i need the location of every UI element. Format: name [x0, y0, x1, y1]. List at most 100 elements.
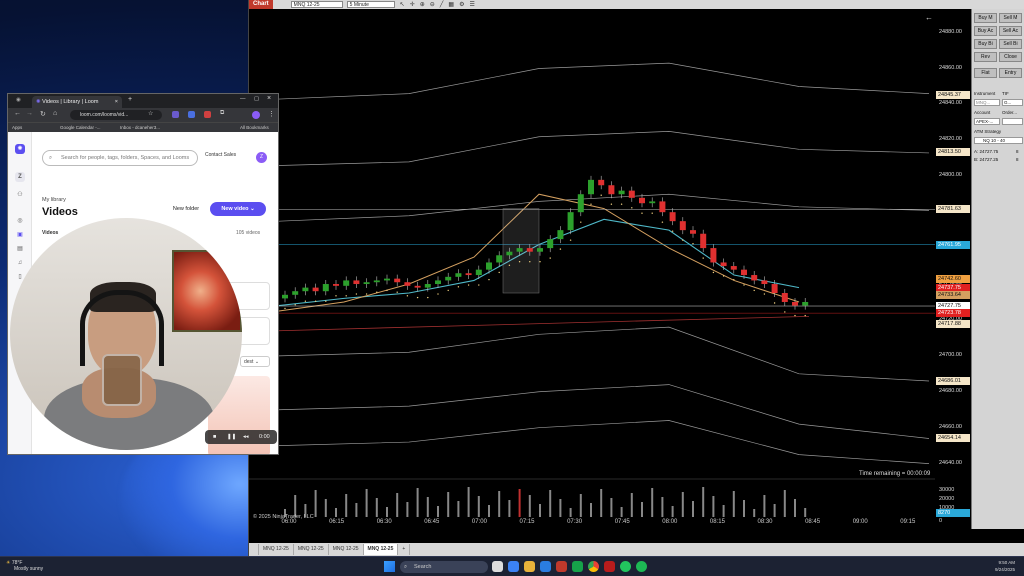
- signal-dot: [304, 300, 307, 302]
- zoom-out-icon[interactable]: ⊖: [430, 1, 435, 8]
- extension-icon-1[interactable]: [172, 111, 179, 118]
- instrument-tab[interactable]: MNQ 12-25: [329, 544, 364, 555]
- trade-button-buy-bi[interactable]: Buy Bi: [974, 39, 997, 49]
- instrument-tab[interactable]: MNQ 12-25: [294, 544, 329, 555]
- weather-sun-icon: ☀: [6, 560, 11, 566]
- browser-tab[interactable]: ✺ Videos | Library | Loom ×: [32, 96, 122, 108]
- crosshair-icon[interactable]: ✛: [410, 1, 415, 8]
- system-clock[interactable]: 9:50 AM 9/24/2025: [995, 559, 1015, 573]
- file-explorer-icon[interactable]: [524, 561, 535, 572]
- maximize-icon[interactable]: ▢: [254, 96, 259, 102]
- home-icon[interactable]: ⌂: [53, 110, 57, 117]
- tif-field[interactable]: G...: [1002, 99, 1023, 106]
- extensions-puzzle-icon[interactable]: ⧉: [220, 110, 224, 117]
- reload-icon[interactable]: ↻: [40, 110, 46, 118]
- extension-icon-2[interactable]: [188, 111, 195, 118]
- strategies-icon[interactable]: ⚙: [459, 1, 464, 8]
- edge-icon[interactable]: [540, 561, 551, 572]
- new-tab-icon[interactable]: +: [128, 96, 132, 103]
- indicators-icon[interactable]: ▦: [448, 1, 454, 8]
- windows-start-icon[interactable]: [384, 561, 395, 572]
- browser-menu-icon[interactable]: ◉: [16, 97, 21, 103]
- order-label: Order...: [1002, 110, 1018, 115]
- interval-select[interactable]: 5 Minute: [346, 1, 395, 8]
- candle-body: [455, 273, 462, 277]
- bookmark-all[interactable]: All Bookmarks: [240, 125, 269, 130]
- mute-icon[interactable]: ◂◂: [243, 430, 249, 444]
- minimize-icon[interactable]: —: [240, 96, 246, 102]
- trade-button-sell-bi[interactable]: Sell Bi: [999, 39, 1022, 49]
- trade-button-sell-m[interactable]: Sell M: [999, 13, 1022, 23]
- account-field[interactable]: APEX-...: [974, 118, 1000, 125]
- trade-button-sell-ac[interactable]: Sell Ac: [999, 26, 1022, 36]
- loom-logo-icon[interactable]: ✺: [15, 144, 25, 154]
- price-marker-label: 24717.88: [936, 319, 970, 328]
- trade-button-rev[interactable]: Rev: [974, 52, 997, 62]
- loom-favicon-icon: ✺: [36, 99, 41, 105]
- chart-tab-label[interactable]: Chart: [249, 0, 273, 9]
- taskbar-search[interactable]: ⌕ Search: [400, 561, 488, 573]
- signal-dot: [722, 275, 725, 277]
- app-icon-red[interactable]: [604, 561, 615, 572]
- xbox-icon[interactable]: [572, 561, 583, 572]
- profile-avatar[interactable]: [252, 111, 260, 119]
- webcam-bubble[interactable]: [10, 218, 242, 450]
- trade-button-buy-ac[interactable]: Buy Ac: [974, 26, 997, 36]
- signal-dot: [641, 212, 643, 214]
- trade-button-entry[interactable]: Entry: [999, 68, 1022, 78]
- sort-select[interactable]: dest ⌄: [240, 356, 270, 367]
- instrument-select[interactable]: MNQ 12-25: [290, 1, 343, 8]
- order-qty-field[interactable]: [1002, 118, 1023, 125]
- stop-icon[interactable]: ■: [213, 430, 216, 444]
- bookmark-google-calendar[interactable]: Google Calendar -...: [60, 125, 101, 130]
- trade-button-buy-m[interactable]: Buy M: [974, 13, 997, 23]
- chrome-icon[interactable]: [588, 561, 599, 572]
- instrument-tab[interactable]: MNQ 12-25: [363, 544, 399, 555]
- ninjatrader-app-icon[interactable]: [556, 561, 567, 572]
- forward-icon[interactable]: →: [26, 110, 33, 117]
- calendar-icon[interactable]: ▤: [15, 244, 25, 254]
- copilot-icon[interactable]: [508, 561, 519, 572]
- spotify-icon[interactable]: [636, 561, 647, 572]
- instrument-field[interactable]: MNQ...: [974, 99, 1000, 106]
- trade-button-flat[interactable]: Flat: [974, 68, 997, 78]
- zoom-in-icon[interactable]: ⊕: [420, 1, 425, 8]
- new-video-button[interactable]: New video ⌄: [210, 202, 266, 216]
- signal-dot: [661, 221, 664, 223]
- notifications-icon[interactable]: ♫: [15, 258, 25, 268]
- tab-close-icon[interactable]: ×: [115, 96, 118, 108]
- whatsapp-icon[interactable]: [620, 561, 631, 572]
- back-icon[interactable]: ←: [14, 110, 21, 117]
- trade-button-close[interactable]: Close: [999, 52, 1022, 62]
- signal-dot: [416, 296, 419, 299]
- atm-strategy-select[interactable]: NQ 10 - 40: [974, 137, 1023, 144]
- candle-body: [506, 251, 513, 256]
- library-icon[interactable]: ▣: [15, 230, 25, 240]
- pause-icon[interactable]: ❚❚: [227, 430, 236, 444]
- price-chart[interactable]: 06:00 06:15 06:30 06:45 07:00 07:15 07:30 07:45…: [249, 9, 1011, 529]
- candle-body: [445, 276, 452, 281]
- signal-dot: [620, 203, 623, 205]
- user-avatar[interactable]: Z: [256, 152, 267, 163]
- account-icon[interactable]: ◎: [15, 216, 25, 226]
- instrument-tab[interactable]: MNQ 12-25: [259, 544, 294, 555]
- add-tab-icon[interactable]: +: [398, 544, 411, 555]
- draw-line-icon[interactable]: ╱: [440, 1, 444, 8]
- browser-kebab-icon[interactable]: ⋮: [268, 110, 275, 118]
- candle-body: [475, 269, 482, 276]
- extension-icon-3[interactable]: [204, 111, 211, 118]
- task-view-icon[interactable]: [492, 561, 503, 572]
- close-window-icon[interactable]: ×: [267, 95, 271, 102]
- add-member-icon[interactable]: ⚇: [15, 190, 25, 200]
- loom-search-input[interactable]: ⌕ Search for people, tags, folders, Spac…: [42, 150, 198, 166]
- bookmark-inbox[interactable]: Inbox - dcaneher3...: [120, 125, 160, 130]
- workspace-z-icon[interactable]: Z: [15, 172, 25, 182]
- properties-icon[interactable]: ☰: [469, 1, 474, 8]
- weather-widget[interactable]: ☀ 78°F Mostly sunny: [6, 560, 43, 572]
- contact-sales-link[interactable]: Contact Sales: [205, 152, 236, 158]
- collapse-arrow-icon[interactable]: ←: [925, 13, 933, 22]
- new-folder-button[interactable]: New folder: [165, 202, 207, 216]
- pointer-icon[interactable]: ↖: [400, 1, 405, 8]
- bookmark-apps[interactable]: Apps: [12, 125, 22, 130]
- bookmark-star-icon[interactable]: ☆: [148, 110, 153, 117]
